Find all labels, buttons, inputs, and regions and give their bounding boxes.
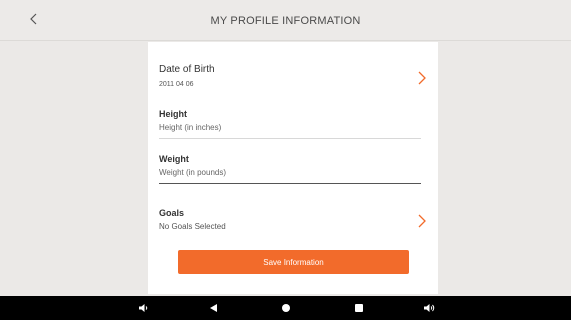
- profile-form-card: Date of Birth 2011 04 06 Height Height (…: [148, 42, 438, 294]
- volume-down-icon: [139, 304, 148, 312]
- chevron-right-icon: [418, 71, 426, 85]
- goals-value: No Goals Selected: [159, 222, 226, 231]
- home-circle-icon: [282, 304, 290, 312]
- profile-screen: MY PROFILE INFORMATION Date of Birth 201…: [0, 0, 571, 320]
- weight-input[interactable]: Weight (in pounds): [159, 168, 421, 184]
- goals-row[interactable]: Goals No Goals Selected: [159, 208, 421, 231]
- height-field[interactable]: Height Height (in inches): [159, 109, 421, 139]
- back-triangle-icon: [210, 304, 217, 312]
- volume-up-icon: [424, 304, 435, 312]
- system-navigation-bar: [0, 296, 571, 320]
- date-of-birth-label: Date of Birth: [159, 64, 215, 75]
- volume-up-button[interactable]: [423, 302, 437, 314]
- height-label: Height: [159, 109, 187, 119]
- save-information-button[interactable]: Save Information: [178, 250, 409, 274]
- nav-back-button[interactable]: [207, 302, 221, 314]
- date-of-birth-value: 2011 04 06: [159, 81, 194, 88]
- date-of-birth-chevron-button[interactable]: [416, 69, 428, 87]
- volume-down-button[interactable]: [137, 302, 151, 314]
- height-input[interactable]: Height (in inches): [159, 123, 421, 139]
- weight-label: Weight: [159, 154, 189, 164]
- weight-field[interactable]: Weight Weight (in pounds): [159, 154, 421, 184]
- recents-square-icon: [355, 304, 363, 312]
- goals-chevron-button[interactable]: [416, 212, 428, 230]
- chevron-right-icon: [418, 214, 426, 228]
- save-information-label: Save Information: [263, 257, 324, 267]
- header-bar: MY PROFILE INFORMATION: [0, 0, 571, 41]
- date-of-birth-row[interactable]: Date of Birth 2011 04 06: [159, 64, 421, 88]
- page-title: MY PROFILE INFORMATION: [210, 15, 361, 27]
- nav-recents-button[interactable]: [352, 302, 366, 314]
- nav-home-button[interactable]: [279, 302, 293, 314]
- goals-label: Goals: [159, 208, 185, 218]
